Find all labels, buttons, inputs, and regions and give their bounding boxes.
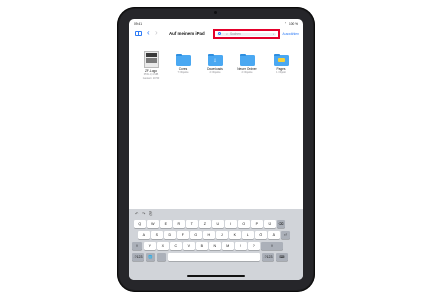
key-m[interactable]: M: [222, 242, 234, 250]
globe-key[interactable]: 🌐: [146, 253, 155, 261]
key-v[interactable]: V: [183, 242, 195, 250]
file-grid: ZF-Logo PNG 3,4 MB Gestern 10:50 Cores 7…: [129, 49, 303, 101]
key-a[interactable]: A: [138, 231, 150, 239]
key-j[interactable]: J: [216, 231, 228, 239]
key-w[interactable]: W: [147, 220, 159, 228]
forward-button[interactable]: ›: [155, 29, 158, 37]
redo-icon[interactable]: ↷: [142, 211, 145, 216]
key-d[interactable]: D: [164, 231, 176, 239]
folder-icon: [239, 53, 255, 66]
ipad-device: 09:41 ◔ 100 % ‹ › Auf meinem iPad ⌕ Such…: [117, 7, 315, 292]
ipad-screen: 09:41 ◔ 100 % ‹ › Auf meinem iPad ⌕ Such…: [129, 19, 303, 280]
search-icon: ⌕: [226, 31, 229, 36]
key-t[interactable]: T: [186, 220, 198, 228]
key-o[interactable]: O: [238, 220, 250, 228]
status-time: 09:41: [134, 21, 142, 26]
key-u[interactable]: U: [212, 220, 224, 228]
back-button[interactable]: ‹: [147, 29, 150, 37]
key-r[interactable]: R: [173, 220, 185, 228]
folder-count: 1 Objekt: [276, 71, 286, 75]
key-g[interactable]: G: [190, 231, 202, 239]
space-key[interactable]: [168, 253, 260, 261]
key-n[interactable]: N: [209, 242, 221, 250]
key-s[interactable]: S: [151, 231, 163, 239]
page-title: Auf meinem iPad: [169, 31, 205, 36]
folder-item-new[interactable]: Neuer Ordner 2 Objekte: [233, 49, 261, 75]
folder-item-pages[interactable]: Pages 1 Objekt: [267, 49, 295, 75]
key-b[interactable]: B: [196, 242, 208, 250]
files-nav-bar: ‹ › Auf meinem iPad ⌕ Suchen ♩ Auswählen: [129, 28, 303, 42]
download-folder-icon: ⇩: [207, 53, 223, 66]
onscreen-keyboard: ↶ ↷ ⎘ Q W E R T Z U I O P Ü ⌫ A S D F G H J K L Ö Ä ⏎ ⇧ Y X C V B N M!?…: [129, 209, 303, 280]
download-arrow-icon: ⇩: [213, 58, 217, 63]
folder-count: 2 Objekte: [209, 71, 221, 75]
key-z[interactable]: Z: [199, 220, 211, 228]
select-button[interactable]: Auswählen: [282, 32, 299, 36]
microphone-icon[interactable]: ♩: [273, 32, 277, 36]
key-ü[interactable]: Ü: [264, 220, 276, 228]
home-indicator: [187, 275, 245, 277]
numbers-key-left[interactable]: .?123: [132, 253, 144, 261]
key-p[interactable]: P: [251, 220, 263, 228]
pages-folder-icon: [273, 53, 289, 66]
keyboard-toolbar: ↶ ↷ ⎘: [129, 209, 303, 218]
folder-icon: [175, 53, 191, 66]
keyboard-dismiss-key[interactable]: ⌨: [276, 253, 288, 261]
key-ä[interactable]: Ä: [268, 231, 280, 239]
dictation-key[interactable]: [157, 253, 166, 261]
key-l[interactable]: L: [242, 231, 254, 239]
shift-key-left[interactable]: ⇧: [132, 242, 142, 250]
folder-item-downloads[interactable]: ⇩ Downloads 2 Objekte: [201, 49, 229, 75]
image-thumbnail: [143, 51, 159, 68]
file-item-image[interactable]: ZF-Logo PNG 3,4 MB Gestern 10:50: [137, 49, 165, 80]
key-x[interactable]: X: [157, 242, 169, 250]
search-placeholder: Suchen: [230, 32, 241, 36]
folder-count: 2 Objekte: [241, 71, 253, 75]
key-?[interactable]: ?: [248, 242, 260, 250]
status-bar: 09:41 ◔ 100 %: [129, 19, 303, 27]
pages-app-icon: [277, 58, 285, 62]
numbers-key-right[interactable]: .?123: [262, 253, 274, 261]
folder-item-cores[interactable]: Cores 7 Objekte: [169, 49, 197, 75]
sidebar-toggle-icon[interactable]: [135, 31, 142, 36]
front-camera: [214, 11, 217, 14]
return-key[interactable]: ⏎: [281, 231, 290, 239]
key-h[interactable]: H: [203, 231, 215, 239]
key-i[interactable]: I: [225, 220, 237, 228]
wifi-icon: ◔: [284, 21, 286, 26]
key-e[interactable]: E: [160, 220, 172, 228]
key-ö[interactable]: Ö: [255, 231, 267, 239]
battery-indicator: 100 %: [288, 21, 298, 26]
key-q[interactable]: Q: [134, 220, 146, 228]
undo-icon[interactable]: ↶: [135, 211, 138, 216]
key-y[interactable]: Y: [144, 242, 156, 250]
search-field-highlight[interactable]: [213, 29, 280, 39]
folder-count: 7 Objekte: [177, 71, 189, 75]
paste-icon[interactable]: ⎘: [149, 211, 152, 216]
file-meta-date: Gestern 10:50: [142, 76, 160, 80]
key-k[interactable]: K: [229, 231, 241, 239]
shift-key-right[interactable]: ⇧: [261, 242, 283, 250]
key-![interactable]: !: [235, 242, 247, 250]
delete-key[interactable]: ⌫: [277, 220, 285, 228]
key-f[interactable]: F: [177, 231, 189, 239]
key-c[interactable]: C: [170, 242, 182, 250]
